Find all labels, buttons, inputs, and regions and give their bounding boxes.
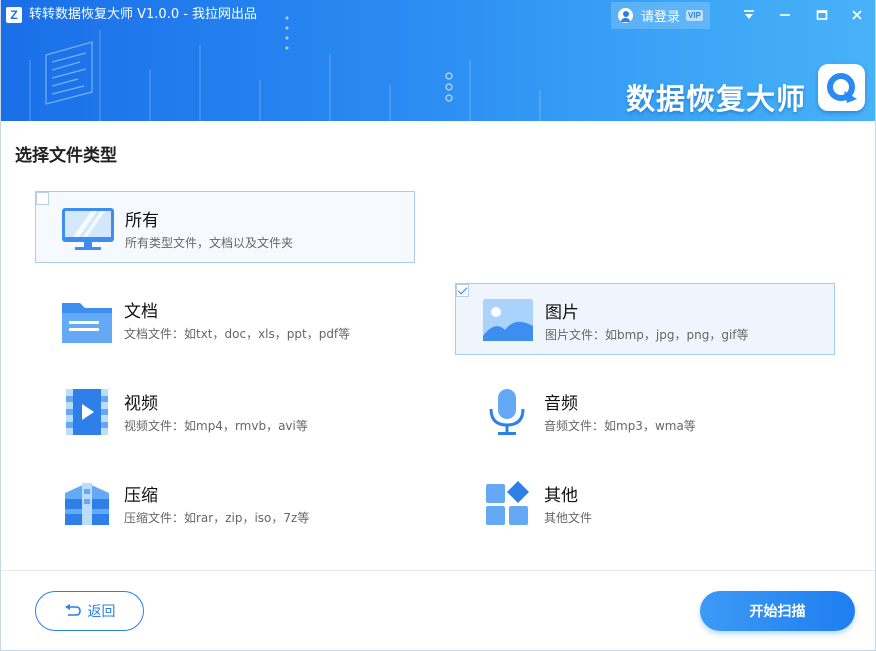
file-type-name: 压缩	[124, 486, 158, 506]
grid-icon	[486, 481, 529, 525]
login-button[interactable]: 请登录 VIP	[611, 2, 710, 29]
file-type-desc: 文档文件：如txt，doc，xls，ppt，pdf等	[124, 327, 351, 341]
title-bar: Z 转转数据恢复大师 V1.0.0 - 我拉网出品 请登录 VIP 数据恢复大师	[0, 0, 876, 121]
file-type-name: 图片	[545, 303, 579, 323]
return-arrow-icon	[64, 604, 82, 618]
file-type-name: 视频	[124, 394, 158, 414]
checkbox[interactable]	[36, 192, 49, 205]
file-type-desc: 压缩文件：如rar，zip，iso，7z等	[124, 511, 310, 525]
app-logo: Z	[6, 7, 22, 23]
minimize-button[interactable]	[773, 4, 797, 26]
file-type-name: 所有	[125, 211, 159, 231]
minimize-icon	[780, 14, 790, 16]
login-label: 请登录	[641, 10, 681, 25]
file-type-video[interactable]: 视频 视频文件：如mp4，rmvb，avi等	[35, 375, 415, 447]
maximize-icon	[816, 10, 828, 20]
brand-logo	[818, 64, 865, 111]
menu-icon	[744, 10, 754, 19]
recovery-logo-icon	[826, 72, 857, 103]
video-icon	[66, 389, 108, 435]
menu-dropdown-button[interactable]	[737, 4, 761, 26]
image-icon	[483, 299, 533, 341]
back-label: 返回	[87, 604, 116, 620]
file-type-name: 音频	[544, 394, 578, 414]
microphone-icon	[489, 389, 525, 435]
close-icon	[852, 10, 862, 20]
file-type-name: 文档	[124, 302, 158, 322]
file-type-archive[interactable]: 压缩 压缩文件：如rar，zip，iso，7z等	[35, 467, 415, 539]
file-type-desc: 音频文件：如mp3，wma等	[544, 419, 696, 433]
start-scan-label: 开始扫描	[749, 604, 806, 620]
folder-icon	[62, 303, 112, 343]
back-button[interactable]: 返回	[35, 591, 144, 631]
vip-badge: VIP	[686, 10, 703, 21]
checkbox-checked[interactable]	[456, 284, 469, 297]
file-type-other[interactable]: 其他 其他文件	[455, 467, 835, 539]
file-type-desc: 其他文件	[544, 511, 593, 525]
file-type-desc: 图片文件：如bmp，jpg，png，gif等	[545, 328, 749, 342]
maximize-button[interactable]	[810, 4, 834, 26]
window-border	[0, 0, 1, 651]
footer-divider	[0, 570, 876, 571]
start-scan-button[interactable]: 开始扫描	[700, 591, 855, 631]
file-type-name: 其他	[544, 486, 578, 506]
file-type-desc: 所有类型文件，文档以及文件夹	[125, 236, 294, 250]
archive-icon	[65, 483, 109, 525]
monitor-icon	[62, 208, 114, 250]
section-title: 选择文件类型	[15, 146, 117, 166]
window-title: 转转数据恢复大师 V1.0.0 - 我拉网出品	[29, 7, 258, 22]
file-type-desc: 视频文件：如mp4，rmvb，avi等	[124, 419, 308, 433]
file-type-all[interactable]: 所有 所有类型文件，文档以及文件夹	[35, 191, 415, 263]
user-icon	[618, 8, 633, 23]
file-type-audio[interactable]: 音频 音频文件：如mp3，wma等	[455, 375, 835, 447]
file-type-document[interactable]: 文档 文档文件：如txt，doc，xls，ppt，pdf等	[35, 283, 415, 355]
file-type-image[interactable]: 图片 图片文件：如bmp，jpg，png，gif等	[455, 283, 835, 355]
brand-title: 数据恢复大师	[625, 82, 806, 116]
close-button[interactable]	[845, 4, 869, 26]
